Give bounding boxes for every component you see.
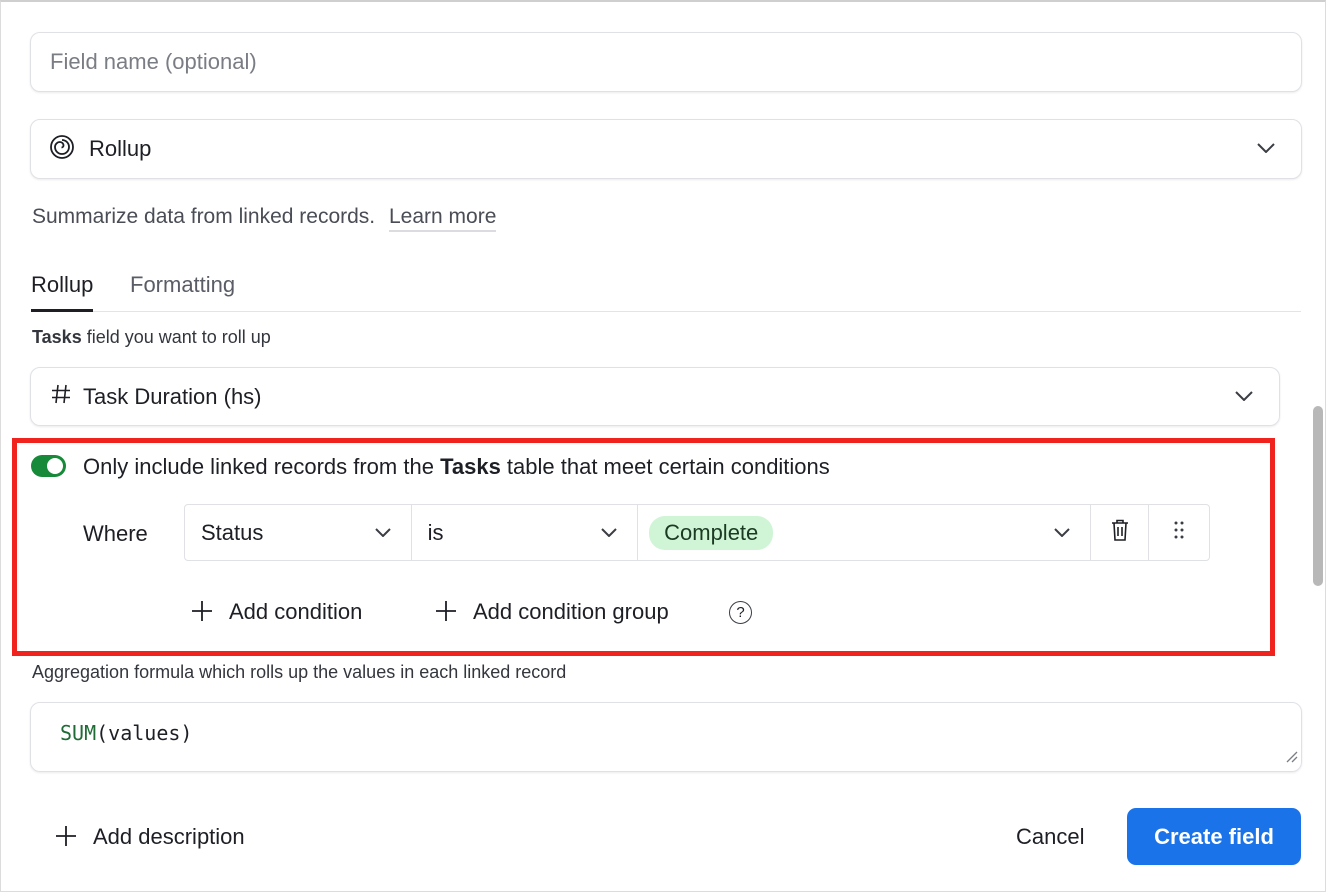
add-condition-group-label: Add condition group <box>473 599 669 624</box>
plus-icon <box>436 598 456 626</box>
filter-condition-row: Status is Complete <box>184 504 1210 561</box>
rollup-label-rest: field you want to roll up <box>81 327 271 347</box>
tab-bar: Rollup Formatting <box>31 272 1301 312</box>
add-condition-label: Add condition <box>229 599 363 624</box>
toggle-knob <box>47 458 63 474</box>
delete-condition-button[interactable] <box>1091 505 1150 560</box>
chevron-down-icon <box>1257 140 1275 158</box>
formula-args: (values) <box>96 721 193 745</box>
tab-formatting[interactable]: Formatting <box>130 272 235 308</box>
help-icon[interactable]: ? <box>729 601 752 624</box>
conditions-description: Only include linked records from the Tas… <box>83 454 830 480</box>
create-field-button[interactable]: Create field <box>1127 808 1301 865</box>
drag-handle-icon <box>1173 520 1185 545</box>
aggregation-label: Aggregation formula which rolls up the v… <box>32 662 567 682</box>
chevron-down-icon <box>601 524 617 542</box>
chevron-down-icon <box>1054 524 1070 542</box>
rollup-field-select[interactable]: Task Duration (hs) <box>30 367 1280 426</box>
plus-icon <box>192 598 212 626</box>
formula-editor[interactable]: SUM(values) <box>30 702 1302 772</box>
spiral-icon <box>49 134 75 165</box>
status-pill: Complete <box>649 515 774 550</box>
plus-icon <box>56 823 76 851</box>
rollup-table-name: Tasks <box>32 327 82 347</box>
field-name-container <box>30 32 1302 92</box>
add-description-label: Add description <box>93 824 245 849</box>
conditions-text-prefix: Only include linked records from the <box>83 454 441 479</box>
chevron-down-icon <box>374 524 391 542</box>
tab-rollup[interactable]: Rollup <box>31 272 94 312</box>
cancel-button[interactable]: Cancel <box>1016 824 1084 850</box>
scrollbar-thumb[interactable] <box>1313 406 1323 586</box>
description-text: Summarize data from linked records. <box>32 205 376 228</box>
chevron-down-icon <box>1235 388 1253 406</box>
add-condition-button[interactable]: Add condition <box>192 598 362 626</box>
drag-handle[interactable] <box>1149 505 1209 560</box>
where-label: Where <box>83 521 148 546</box>
filter-field-value: Status <box>201 519 264 545</box>
add-description-button[interactable]: Add description <box>56 823 245 851</box>
filter-field-select[interactable]: Status <box>185 505 412 560</box>
field-type-label: Rollup <box>89 136 152 161</box>
filter-value-select[interactable]: Complete <box>638 505 1092 560</box>
field-type-description: Summarize data from linked records. Lear… <box>32 205 497 232</box>
formula-code: SUM(values) <box>60 721 192 745</box>
learn-more-link[interactable]: Learn more <box>388 205 497 232</box>
filter-operator-select[interactable]: is <box>412 505 639 560</box>
conditions-table-name: Tasks <box>440 454 501 479</box>
rollup-field-label: Tasks field you want to roll up <box>32 327 271 348</box>
conditions-toggle[interactable] <box>31 455 66 477</box>
rollup-field-label-text: Task Duration (hs) <box>83 383 262 409</box>
field-type-select[interactable]: Rollup <box>30 119 1302 179</box>
formula-function: SUM <box>60 721 97 745</box>
trash-icon <box>1111 519 1129 546</box>
resize-handle-icon[interactable] <box>1284 749 1298 768</box>
add-condition-group-button[interactable]: Add condition group <box>436 598 669 626</box>
conditions-text-suffix: table that meet certain conditions <box>500 454 830 479</box>
field-name-input[interactable] <box>50 49 1301 75</box>
filter-operator-value: is <box>427 519 444 545</box>
hash-icon <box>51 384 71 409</box>
